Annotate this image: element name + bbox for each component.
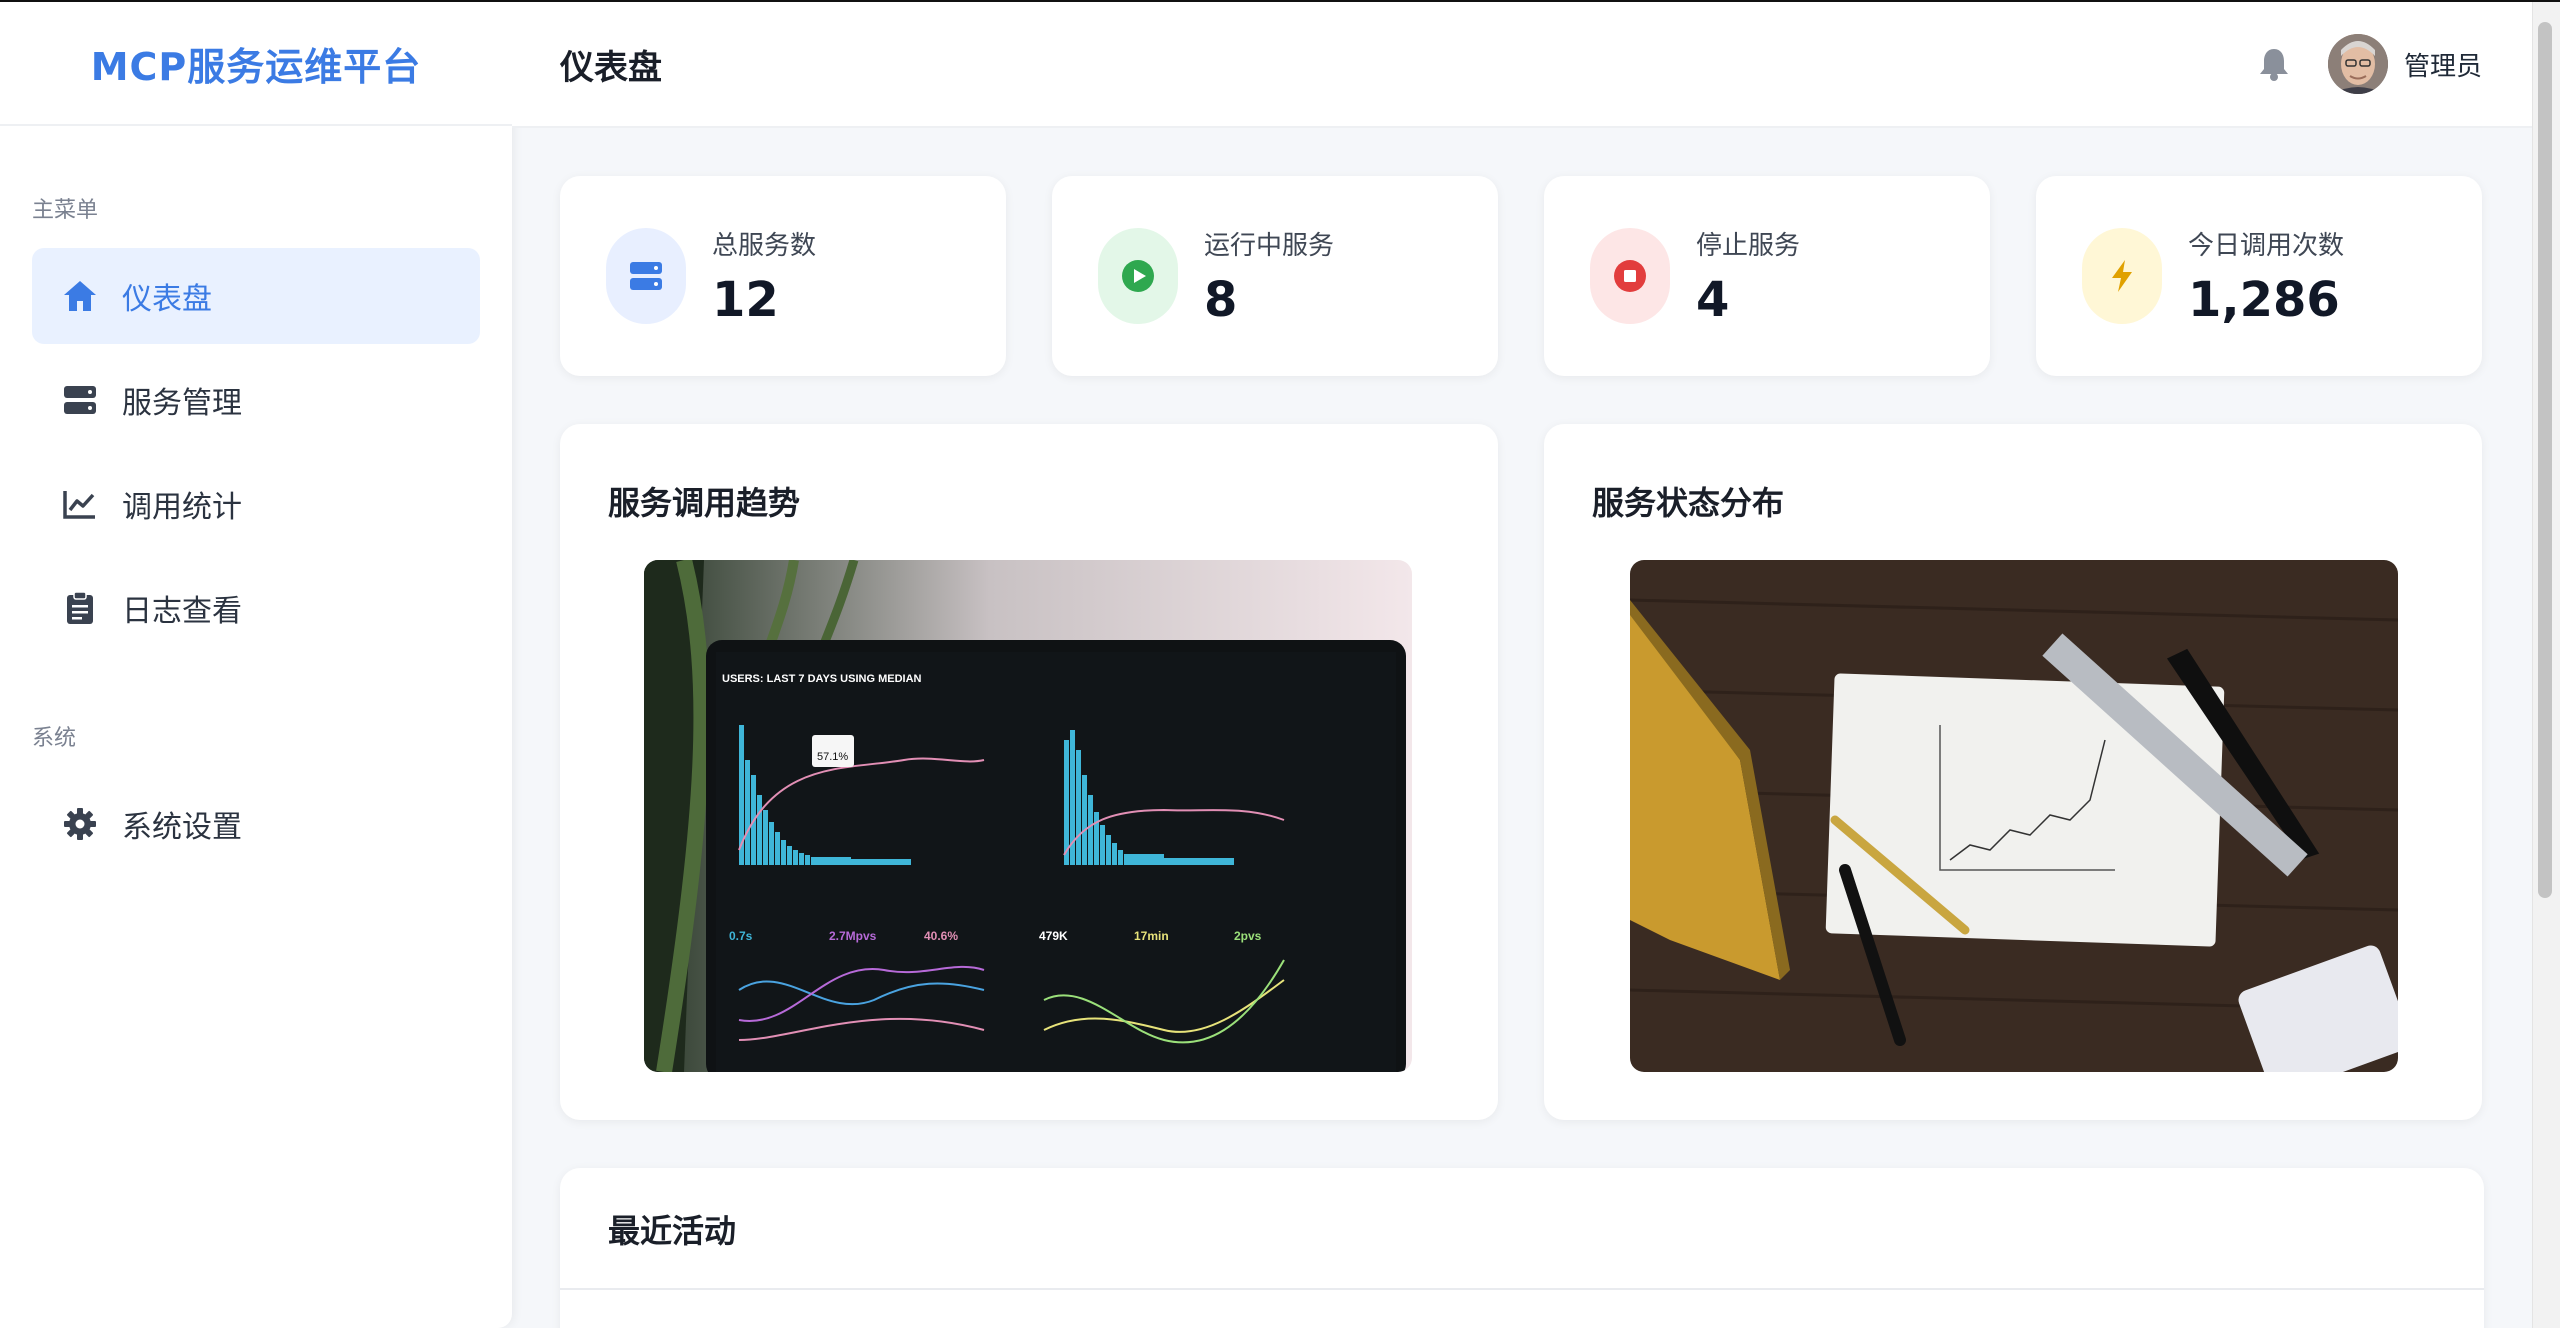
stat-label: 总服务数	[712, 230, 817, 261]
sidebar-item-label: 服务管理	[122, 386, 242, 421]
stat-card-today-calls: 今日调用次数 1,286	[2036, 176, 2482, 376]
sidebar-item-settings[interactable]: 系统设置	[32, 776, 480, 872]
chart-title: 服务状态分布	[1592, 484, 1785, 522]
bolt-icon	[2082, 228, 2162, 324]
laptop-screen-heading: USERS: LAST 7 DAYS USING MEDIAN	[722, 673, 922, 685]
nav-list-system: 系统设置	[0, 776, 512, 872]
chart-card-status-distribution: 服务状态分布	[1544, 424, 2482, 1120]
server-icon	[606, 228, 686, 324]
sidebar-item-logs[interactable]: 日志查看	[32, 560, 480, 656]
sidebar-item-dashboard[interactable]: 仪表盘	[32, 248, 480, 344]
sidebar-item-label: 调用统计	[122, 490, 242, 525]
sidebar-item-label: 系统设置	[122, 810, 242, 845]
stat-value: 12	[712, 271, 779, 328]
username[interactable]: 管理员	[2404, 46, 2482, 83]
laptop-metric: 2.7Mpvs	[829, 929, 877, 943]
stat-label: 停止服务	[1696, 230, 1801, 261]
stat-value: 4	[1696, 271, 1730, 328]
home-icon	[60, 276, 100, 316]
sidebar-item-label: 仪表盘	[122, 282, 212, 317]
page-title: 仪表盘	[560, 47, 662, 88]
server-icon	[60, 380, 100, 420]
top-header: 仪表盘 管理员	[512, 2, 2532, 128]
sidebar-item-services[interactable]: 服务管理	[32, 352, 480, 448]
divider	[560, 1288, 2484, 1290]
chart-title: 服务调用趋势	[608, 484, 801, 522]
recent-activity-card: 最近活动	[560, 1168, 2484, 1328]
stop-icon	[1590, 228, 1670, 324]
sidebar-item-label: 日志查看	[122, 594, 242, 629]
sidebar-item-statistics[interactable]: 调用统计	[32, 456, 480, 552]
app-title: MCP服务运维平台	[90, 44, 422, 89]
desk-planning-image	[1630, 560, 2398, 1072]
avatar[interactable]	[2327, 34, 2388, 94]
laptop-tooltip: 57.1%	[817, 751, 848, 763]
section-title: 最近活动	[608, 1212, 737, 1250]
stat-value: 8	[1204, 271, 1238, 328]
nav-section-main: 主菜单	[32, 198, 99, 223]
stat-card-total-services: 总服务数 12	[560, 176, 1006, 376]
stat-card-stopped-services: 停止服务 4	[1544, 176, 1990, 376]
stat-card-running-services: 运行中服务 8	[1052, 176, 1498, 376]
stat-label: 运行中服务	[1204, 230, 1335, 261]
app-brand[interactable]: MCP服务运维平台	[0, 2, 512, 126]
sidebar: MCP服务运维平台 主菜单 仪表盘 服务管理 调用统计 日志查看 系统 系统设置	[0, 2, 512, 1328]
chart-line-icon	[60, 484, 100, 524]
nav-section-system: 系统	[32, 726, 77, 751]
laptop-metric: 479K	[1039, 929, 1068, 943]
nav-list-main: 仪表盘 服务管理 调用统计 日志查看	[0, 248, 512, 656]
laptop-metric: 17min	[1134, 929, 1169, 943]
header-actions: 管理员	[2254, 34, 2482, 94]
chart-card-call-trend: 服务调用趋势 USERS: LAST 7 DAYS USING MEDIAN 5…	[560, 424, 1498, 1120]
laptop-metric: 40.6%	[924, 929, 958, 943]
scrollbar-thumb[interactable]	[2538, 22, 2552, 898]
laptop-metric: 0.7s	[729, 929, 753, 943]
bell-icon[interactable]	[2254, 44, 2294, 84]
clipboard-icon	[60, 588, 100, 628]
stat-value: 1,286	[2188, 271, 2340, 328]
play-icon	[1098, 228, 1178, 324]
gear-icon	[60, 804, 100, 844]
laptop-analytics-image: USERS: LAST 7 DAYS USING MEDIAN 57.1% 0.…	[644, 560, 1412, 1072]
stat-label: 今日调用次数	[2188, 230, 2345, 261]
laptop-metric: 2pvs	[1234, 929, 1262, 943]
